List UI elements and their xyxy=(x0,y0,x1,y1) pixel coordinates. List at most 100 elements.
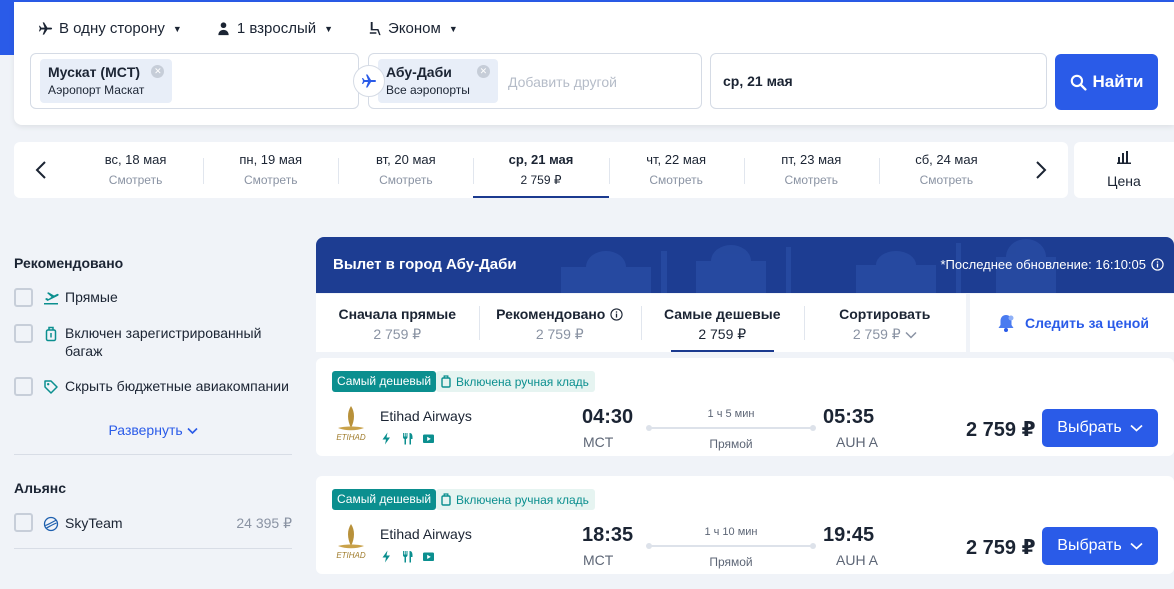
flight-price: 2 759 ₽ xyxy=(966,419,1036,441)
chevron-down-icon: ▼ xyxy=(448,23,458,34)
bell-icon xyxy=(998,315,1014,332)
checkbox[interactable] xyxy=(14,377,33,396)
search-button-label: Найти xyxy=(1092,72,1144,91)
arrival-airport: AUH A xyxy=(836,434,879,450)
add-destination-placeholder[interactable]: Добавить другой xyxy=(508,74,617,90)
meal-icon xyxy=(402,551,413,563)
close-icon[interactable]: ✕ xyxy=(151,65,165,78)
plane-icon xyxy=(38,22,53,35)
filter-label: Включен зарегистрированный багаж xyxy=(65,325,262,359)
close-icon[interactable]: ✕ xyxy=(476,65,490,78)
info-icon[interactable] xyxy=(1151,258,1164,271)
chevron-right-icon xyxy=(1036,161,1047,179)
search-button[interactable]: Найти xyxy=(1055,54,1158,110)
date-option[interactable]: пт, 23 мая Смотреть xyxy=(743,142,879,198)
filter-checked-baggage[interactable]: Включен зарегистрированный багаж xyxy=(14,324,292,360)
arrival-airport: AUH A xyxy=(836,552,879,568)
sort-label: Самые дешевые xyxy=(663,306,781,322)
flight-duration: 1 ч 10 мин xyxy=(704,526,758,538)
sort-cheapest[interactable]: Самые дешевые 2 759 ₽ xyxy=(641,294,804,352)
divider xyxy=(14,548,292,549)
checkbox[interactable] xyxy=(14,324,33,343)
route-line xyxy=(646,543,816,549)
hand-luggage-label: Включена ручная кладь xyxy=(456,492,589,507)
date-sub: Смотреть xyxy=(919,173,974,187)
chevron-down-icon: ▼ xyxy=(324,23,334,34)
destination-airports: Все аэропорты xyxy=(386,83,470,97)
plane-icon xyxy=(362,74,376,88)
amenities xyxy=(380,550,435,563)
date-sub: Смотреть xyxy=(379,173,433,187)
chevron-down-icon xyxy=(1130,424,1143,432)
date-option[interactable]: чт, 22 мая Смотреть xyxy=(608,142,744,198)
date-field[interactable]: ср, 21 мая xyxy=(710,53,1047,109)
sort-direct-first[interactable]: Сначала прямые 2 759 ₽ xyxy=(316,294,479,352)
select-flight-button[interactable]: Выбрать xyxy=(1042,409,1158,447)
date-label: сб, 24 мая xyxy=(915,152,978,167)
chevron-left-icon xyxy=(35,161,46,179)
date-option-selected[interactable]: ср, 21 мая 2 759 ₽ xyxy=(473,142,609,198)
select-label: Выбрать xyxy=(1057,419,1122,436)
hand-luggage-badge: Включена ручная кладь xyxy=(436,371,595,392)
airline-name: Etihad Airways xyxy=(380,408,472,424)
results-title: Вылет в город Абу-Даби xyxy=(333,256,517,273)
destination-chip: Абу-Даби Все аэропорты ✕ xyxy=(378,59,498,103)
date-option[interactable]: пн, 19 мая Смотреть xyxy=(203,142,338,198)
expand-label: Развернуть xyxy=(108,422,183,438)
passengers-dropdown[interactable]: 1 взрослый ▼ xyxy=(216,20,333,37)
date-label: пн, 19 мая xyxy=(239,152,303,167)
recommended-title: Рекомендовано xyxy=(14,255,124,271)
date-option[interactable]: сб, 24 мая Смотреть xyxy=(878,142,1014,198)
sort-dropdown[interactable]: Сортировать 2 759 ₽ xyxy=(803,294,967,352)
sort-price: 2 759 ₽ xyxy=(373,326,422,342)
filter-hide-budget[interactable]: Скрыть бюджетные авиакомпании xyxy=(14,377,292,396)
select-flight-button[interactable]: Выбрать xyxy=(1042,527,1158,565)
cabin-class-dropdown[interactable]: Эконом ▼ xyxy=(367,20,458,37)
flight-card[interactable]: Самый дешевый Включена ручная кладь ETIH… xyxy=(316,476,1174,574)
last-update-text: *Последнее обновление: 16:10:05 xyxy=(940,257,1146,272)
search-icon xyxy=(1070,74,1087,91)
sort-price: 2 759 ₽ xyxy=(698,326,747,342)
select-label: Выбрать xyxy=(1057,537,1122,554)
date-label: вс, 18 мая xyxy=(104,152,167,167)
date-option[interactable]: вт, 20 мая Смотреть xyxy=(338,142,473,198)
flight-card[interactable]: Самый дешевый Включена ручная кладь ETIH… xyxy=(316,358,1174,456)
next-dates-button[interactable] xyxy=(1014,142,1068,198)
date-value: ср, 21 мая xyxy=(723,73,793,89)
origin-field[interactable]: Мускат (MCT) Аэропорт Маскат ✕ xyxy=(30,53,359,109)
watch-price-button[interactable]: Следить за ценой xyxy=(970,294,1174,352)
expand-filters-link[interactable]: Развернуть xyxy=(14,422,292,438)
destination-field[interactable]: Абу-Даби Все аэропорты ✕ Добавить другой xyxy=(368,53,702,109)
info-icon xyxy=(610,307,623,321)
cheapest-badge: Самый дешевый xyxy=(332,489,437,510)
seat-icon xyxy=(369,21,381,36)
divider xyxy=(14,454,292,455)
svg-text:ETIHAD: ETIHAD xyxy=(336,551,366,560)
sort-label: Сортировать xyxy=(839,306,931,322)
watch-price-label: Следить за ценой xyxy=(1025,315,1149,331)
checkbox[interactable] xyxy=(14,513,33,532)
prev-dates-button[interactable] xyxy=(14,142,68,198)
date-price: 2 759 ₽ xyxy=(520,173,562,187)
date-sub: Смотреть xyxy=(108,173,163,187)
checkbox[interactable] xyxy=(14,288,33,307)
date-label: вт, 20 мая xyxy=(376,152,436,167)
chevron-down-icon xyxy=(905,331,917,339)
origin-airport: Аэропорт Маскат xyxy=(48,83,145,97)
sort-recommended[interactable]: Рекомендовано 2 759 ₽ xyxy=(478,294,642,352)
sort-label: Сначала прямые xyxy=(338,306,457,322)
arrival-time: 19:45 xyxy=(823,524,875,546)
skyteam-logo-icon xyxy=(43,516,59,531)
origin-name: Мускат (MCT) xyxy=(48,64,141,80)
bar-chart-icon xyxy=(1117,151,1131,164)
filter-skyteam[interactable]: SkyTeam 24 395 ₽ xyxy=(14,513,292,532)
date-option[interactable]: вс, 18 мая Смотреть xyxy=(68,142,203,198)
chevron-down-icon: ▼ xyxy=(172,23,182,34)
filter-direct[interactable]: Прямые xyxy=(14,288,292,307)
filter-label: Прямые xyxy=(65,289,118,305)
swap-button[interactable] xyxy=(353,65,385,97)
date-sub: Смотреть xyxy=(243,173,298,187)
results-banner: Вылет в город Абу-Даби *Последнее обновл… xyxy=(316,237,1174,293)
price-chart-button[interactable]: Цена xyxy=(1074,142,1174,198)
trip-type-dropdown[interactable]: В одну сторону ▼ xyxy=(38,20,182,37)
